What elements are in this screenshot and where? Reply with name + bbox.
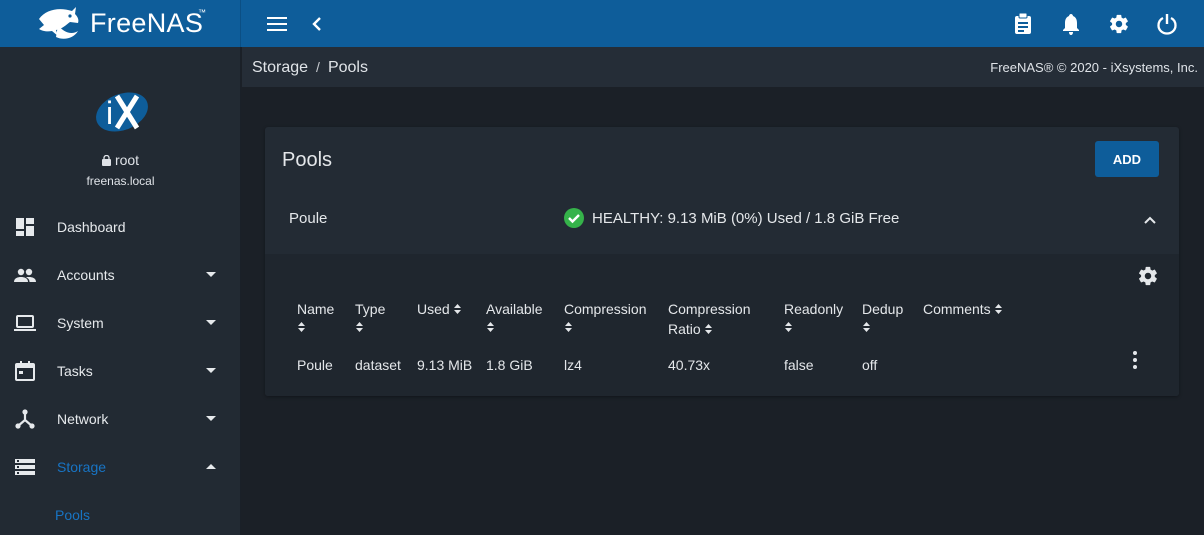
sidebar-item-label: System (57, 315, 104, 331)
lock-icon (101, 155, 111, 166)
sidebar-subitem-pools[interactable]: Pools (55, 507, 90, 523)
column-label: Compression (564, 301, 647, 317)
cell-compression: lz4 (564, 357, 582, 373)
sidebar-item-tasks[interactable]: Tasks (0, 347, 241, 395)
gear-icon[interactable] (1106, 11, 1132, 37)
column-header-comments[interactable]: Comments (923, 299, 1003, 319)
sidebar-item-label: Tasks (57, 363, 93, 379)
pool-name: Poule (289, 210, 328, 227)
cell-dedup: off (862, 357, 878, 373)
shark-logo-icon (39, 7, 79, 39)
top-bar: FreeNAS ™ (0, 0, 1204, 47)
caret-down-icon (206, 272, 216, 277)
sort-icon (785, 322, 792, 332)
bell-icon[interactable] (1058, 11, 1084, 37)
sort-icon (704, 324, 712, 334)
chevron-up-icon[interactable] (1143, 213, 1157, 227)
breadcrumb-bar: Storage / Pools FreeNAS® © 2020 - iXsystem… (242, 47, 1204, 87)
sidebar-item-network[interactable]: Network (0, 395, 241, 443)
sort-icon (565, 322, 572, 332)
storage-icon (15, 459, 35, 475)
username: root (114, 152, 140, 168)
svg-text:i: i (106, 95, 113, 131)
breadcrumb-separator: / (316, 59, 320, 75)
network-icon (15, 409, 35, 429)
cell-name: Poule (297, 357, 333, 373)
dashboard-icon (16, 218, 34, 236)
hamburger-icon[interactable] (264, 11, 290, 37)
pool-status: HEALTHY: 9.13 MiB (0%) Used / 1.8 GiB Fr… (564, 208, 899, 228)
page-title: Pools (282, 149, 333, 171)
sidebar-item-storage[interactable]: Storage (0, 443, 241, 491)
people-icon (14, 268, 36, 282)
column-header-dedup[interactable]: Dedup (862, 299, 903, 333)
sidebar-item-label: Dashboard (57, 219, 126, 235)
breadcrumb-storage[interactable]: Storage (252, 59, 308, 76)
column-label: Readonly (784, 301, 844, 317)
column-header-name[interactable]: Name (297, 299, 334, 333)
check-circle-icon (564, 208, 584, 228)
brand[interactable]: FreeNAS ™ (0, 0, 241, 47)
laptop-icon (14, 315, 36, 331)
cell-used: 9.13 MiB (417, 357, 473, 373)
brand-trademark: ™ (198, 8, 206, 17)
sidebar-item-system[interactable]: System (0, 299, 241, 347)
calendar-icon (15, 361, 35, 381)
brand-name: FreeNAS (90, 8, 204, 38)
power-icon[interactable] (1154, 11, 1180, 37)
user-info: root (0, 152, 241, 168)
column-label: Comments (923, 301, 991, 317)
sort-icon (356, 322, 363, 332)
sort-icon (453, 304, 461, 314)
caret-up-icon (206, 464, 216, 469)
breadcrumb-pools: Pools (327, 59, 368, 76)
cell-readonly: false (784, 357, 814, 373)
pool-header[interactable]: Poule HEALTHY: 9.13 MiB (0%) Used / 1.8 … (265, 191, 1179, 254)
dataset-table: Name Type Used Available Compression Com… (265, 254, 1179, 396)
cell-available: 1.8 GiB (486, 357, 533, 373)
sidebar-item-accounts[interactable]: Accounts (0, 251, 241, 299)
column-label: Used (417, 301, 450, 317)
sidebar-item-label: Accounts (57, 267, 115, 283)
column-header-available[interactable]: Available (486, 299, 543, 333)
pools-card: Pools ADD Poule HEALTHY: 9.13 MiB (0%) U… (265, 127, 1179, 396)
sort-icon (298, 322, 305, 332)
caret-down-icon (206, 320, 216, 325)
caret-down-icon (206, 368, 216, 373)
column-label: Available (486, 301, 543, 317)
pool-status-text: HEALTHY: 9.13 MiB (0%) Used / 1.8 GiB Fr… (592, 209, 900, 227)
cell-type: dataset (355, 357, 401, 373)
caret-down-icon (206, 416, 216, 421)
sort-icon (863, 322, 870, 332)
copyright: FreeNAS® © 2020 - iXsystems, Inc. (990, 60, 1198, 75)
sidebar-item-dashboard[interactable]: Dashboard (0, 203, 241, 251)
column-label: Ratio (668, 321, 701, 337)
column-label: Dedup (862, 301, 904, 317)
chevron-left-icon[interactable] (304, 11, 330, 37)
column-label: Compression (668, 301, 751, 317)
column-header-type[interactable]: Type (355, 299, 385, 333)
sort-icon (487, 322, 494, 332)
column-label: Name (297, 301, 335, 317)
sidebar-item-label: Network (57, 411, 109, 427)
column-header-readonly[interactable]: Readonly (784, 299, 843, 333)
column-header-compression-ratio[interactable]: Compression Ratio (668, 299, 750, 339)
clipboard-icon[interactable] (1010, 11, 1036, 37)
cell-compression-ratio: 40.73x (668, 357, 711, 373)
column-header-used[interactable]: Used (417, 299, 462, 319)
breadcrumb: Storage / Pools (252, 59, 368, 77)
sort-icon (994, 304, 1002, 314)
sidebar-item-label: Storage (57, 459, 107, 475)
add-button[interactable]: ADD (1095, 141, 1159, 177)
column-label: Type (355, 301, 386, 317)
column-header-compression[interactable]: Compression (564, 299, 646, 333)
gear-icon[interactable] (1137, 265, 1159, 287)
more-vert-icon[interactable] (1131, 350, 1139, 370)
ix-logo-icon: i (96, 92, 148, 132)
sidebar: i root freenas.local Dashboard Accounts … (0, 47, 241, 535)
hostname: freenas.local (86, 174, 155, 188)
